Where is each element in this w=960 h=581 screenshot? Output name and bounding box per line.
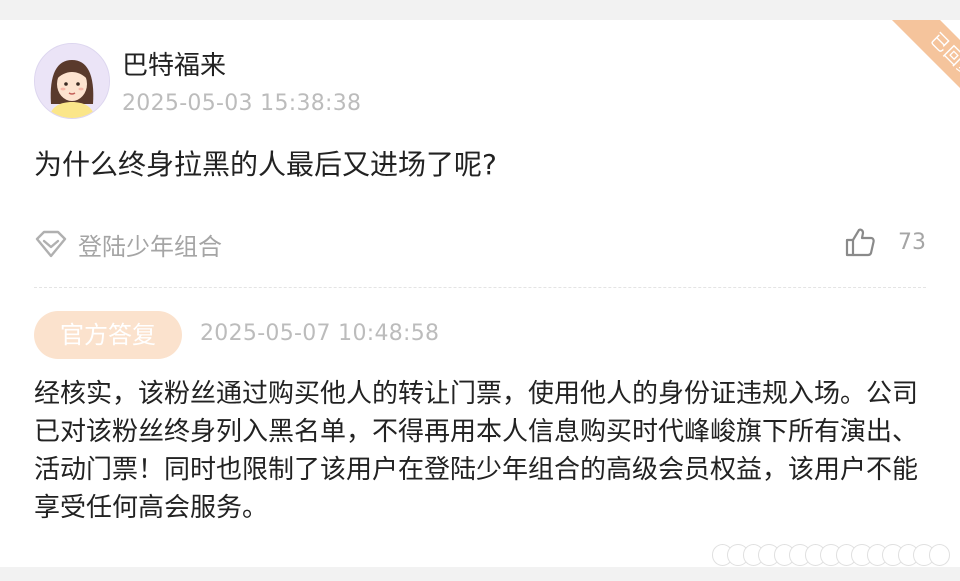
topic-label: 登陆少年组合 bbox=[78, 232, 222, 261]
avatar-illustration bbox=[35, 44, 109, 118]
reply-text: 经核实，该粉丝通过购买他人的转让门票，使用他人的身份证违规入场。公司已对该粉丝终… bbox=[34, 379, 919, 523]
thumbs-up-icon bbox=[845, 228, 875, 257]
username[interactable]: 巴特福来 bbox=[122, 50, 226, 82]
more-dots-decoration bbox=[712, 543, 951, 567]
replied-ribbon-label: 已回复 bbox=[887, 20, 960, 120]
like-button[interactable]: 73 bbox=[844, 224, 926, 260]
like-count: 73 bbox=[898, 229, 926, 255]
reply-timestamp: 2025-05-07 10:48:58 bbox=[200, 321, 440, 346]
diamond-icon bbox=[35, 230, 67, 258]
dot bbox=[928, 544, 951, 566]
official-reply-badge: 官方答复 bbox=[34, 311, 182, 359]
post-card: 巴特福来 2025-05-03 15:38:38 已回复 为什么终身拉黑的人最后… bbox=[0, 20, 960, 567]
divider bbox=[34, 287, 926, 288]
post-timestamp: 2025-05-03 15:38:38 bbox=[122, 91, 362, 116]
topic-tag[interactable]: 登陆少年组合 bbox=[34, 226, 222, 262]
question-text: 为什么终身拉黑的人最后又进场了呢? bbox=[34, 148, 497, 181]
avatar[interactable] bbox=[34, 43, 110, 119]
replied-ribbon: 已回复 bbox=[860, 20, 960, 120]
